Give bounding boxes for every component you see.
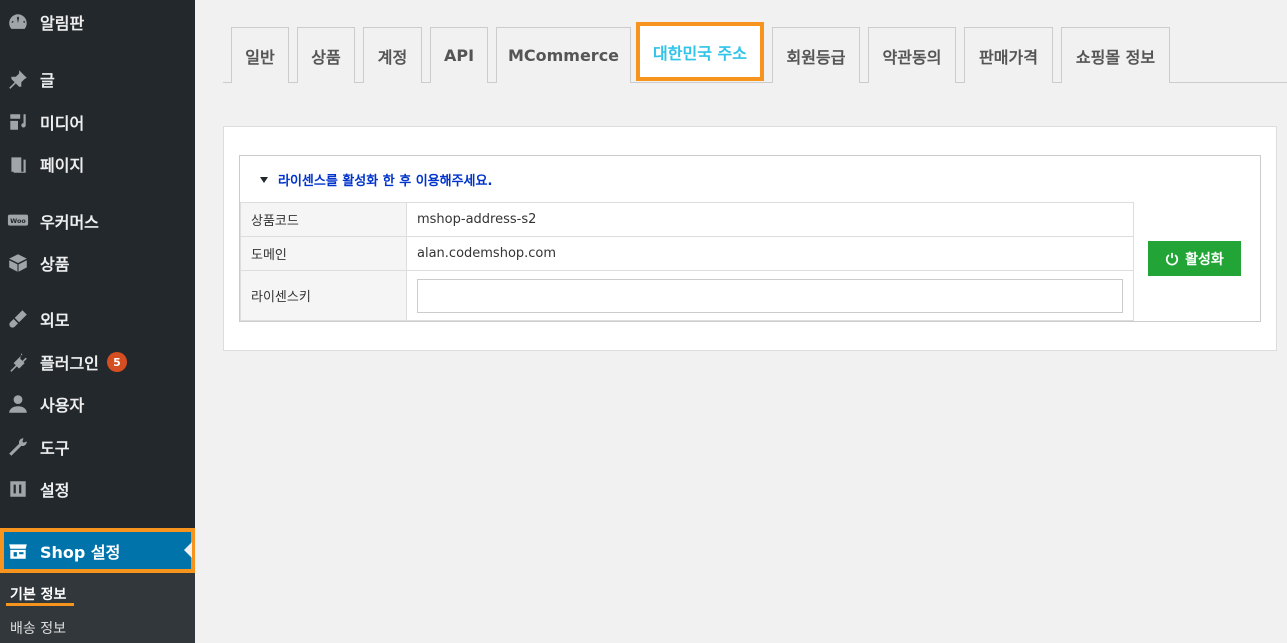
menu-label: Shop 설정 [40, 542, 121, 562]
settings-icon [6, 477, 30, 501]
license-notice[interactable]: 라이센스를 활성화 한 후 이용해주세요. [260, 170, 492, 189]
menu-shop-settings[interactable]: Shop 설정 [0, 528, 195, 573]
activate-button[interactable]: 활성화 [1148, 241, 1241, 276]
license-key-cell [406, 270, 1134, 321]
tab-shop-info[interactable]: 쇼핑몰 정보 [1061, 27, 1170, 83]
dashboard-icon [6, 10, 30, 34]
menu-label: 플러그인 [40, 354, 99, 373]
menu-label: 외모 [40, 311, 70, 330]
tab-terms-consent[interactable]: 약관동의 [868, 27, 956, 83]
tab-products[interactable]: 상품 [297, 27, 355, 83]
product-code-value: mshop-address-s2 [406, 202, 1134, 237]
tab-sale-price[interactable]: 판매가격 [964, 27, 1053, 83]
tab-mcommerce[interactable]: MCommerce [496, 27, 631, 83]
woo-icon: Woo [6, 209, 30, 233]
menu-label: 알림판 [40, 14, 85, 33]
menu-products[interactable]: 상품 [0, 246, 195, 280]
activate-label: 활성화 [1185, 251, 1224, 268]
page-icon [6, 152, 30, 176]
menu-label: 상품 [40, 255, 70, 274]
update-count-badge: 5 [106, 352, 127, 372]
menu-label: 글 [40, 71, 55, 90]
table-row: 상품코드 mshop-address-s2 [240, 202, 1134, 237]
license-key-label: 라이센스키 [240, 270, 407, 321]
svg-text:Woo: Woo [10, 217, 26, 225]
menu-posts[interactable]: 글 [0, 62, 195, 96]
plugin-icon [6, 350, 30, 374]
submenu-shipping-info[interactable]: 배송 정보 [10, 618, 66, 638]
table-row: 라이센스키 [240, 270, 1134, 321]
domain-value: alan.codemshop.com [406, 236, 1134, 271]
tab-membership-level[interactable]: 회원등급 [772, 27, 860, 83]
tab-account[interactable]: 계정 [363, 27, 422, 83]
license-table: 상품코드 mshop-address-s2 도메인 alan.codemshop… [240, 202, 1134, 321]
menu-label: 우커머스 [40, 213, 99, 232]
media-icon [6, 110, 30, 134]
brush-icon [6, 307, 30, 331]
menu-dashboard[interactable]: 알림판 [0, 5, 195, 39]
table-row: 도메인 alan.codemshop.com [240, 236, 1134, 271]
product-code-label: 상품코드 [240, 202, 407, 237]
tab-general[interactable]: 일반 [231, 27, 289, 83]
tab-api[interactable]: API [430, 27, 488, 83]
menu-settings[interactable]: 설정 [0, 472, 195, 506]
menu-label: 미디어 [40, 114, 85, 133]
collapse-triangle-icon [260, 176, 268, 183]
menu-label: 사용자 [40, 396, 85, 415]
power-icon [1166, 252, 1179, 265]
menu-plugins[interactable]: 플러그인 5 [0, 345, 195, 379]
menu-label: 도구 [40, 439, 70, 458]
current-submenu-underline [6, 603, 74, 606]
license-notice-text: 라이센스를 활성화 한 후 이용해주세요. [278, 174, 493, 189]
domain-label: 도메인 [240, 236, 407, 271]
menu-label: 설정 [40, 481, 70, 500]
current-menu-arrow [184, 542, 192, 558]
menu-media[interactable]: 미디어 [0, 105, 195, 139]
tab-korea-address[interactable]: 대한민국 주소 [636, 22, 764, 81]
submenu-basic-info[interactable]: 기본 정보 [10, 584, 66, 604]
shop-icon [6, 539, 30, 563]
license-key-input[interactable] [417, 278, 1123, 313]
menu-pages[interactable]: 페이지 [0, 147, 195, 181]
menu-tools[interactable]: 도구 [0, 430, 195, 464]
menu-woocommerce[interactable]: Woo 우커머스 [0, 204, 195, 238]
menu-label: 페이지 [40, 156, 85, 175]
user-icon [6, 392, 30, 416]
wrench-icon [6, 435, 30, 459]
menu-users[interactable]: 사용자 [0, 387, 195, 421]
box-icon [6, 251, 30, 275]
pin-icon [6, 67, 30, 91]
menu-appearance[interactable]: 외모 [0, 302, 195, 336]
